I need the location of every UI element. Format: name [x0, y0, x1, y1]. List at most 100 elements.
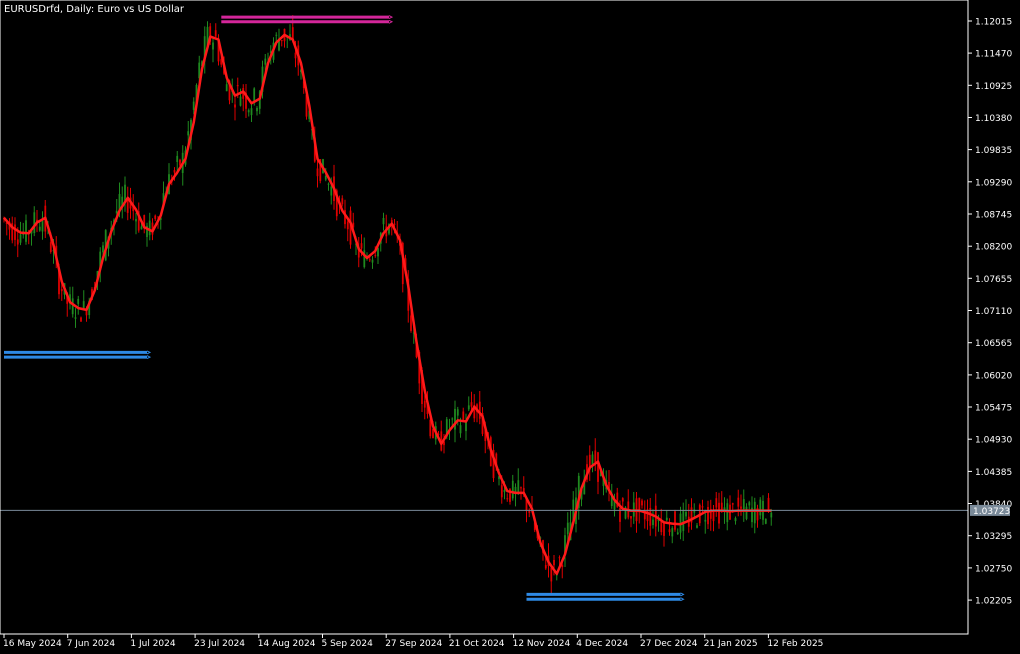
candle-body — [745, 506, 748, 519]
candle-body — [49, 242, 52, 252]
candle-body — [154, 215, 157, 219]
candle-body — [462, 411, 465, 420]
candle-body — [566, 522, 569, 535]
y-tick-label: 1.02750 — [975, 564, 1012, 574]
candle-body — [591, 454, 594, 465]
candle-body — [671, 528, 674, 537]
candle-body — [316, 168, 319, 177]
candle-body — [674, 511, 676, 530]
y-tick-label: 1.03295 — [975, 532, 1012, 542]
candle-body — [176, 155, 179, 162]
x-tick-label: 21 Oct 2024 — [449, 639, 505, 649]
chart-title: EURUSDrfd, Daily: Euro vs US Dollar — [4, 4, 185, 15]
x-tick-label: 1 Jul 2024 — [130, 639, 175, 649]
candle-body — [676, 532, 679, 535]
candle-body — [451, 418, 454, 420]
candle-body — [374, 255, 377, 257]
candle-body — [38, 226, 41, 231]
candle-body — [102, 245, 104, 253]
candle-body — [528, 510, 531, 513]
candle-body — [124, 184, 126, 201]
candle-body — [236, 85, 239, 87]
candle-body — [214, 30, 217, 37]
candle-body — [126, 199, 129, 213]
y-tick-label: 1.02205 — [975, 597, 1012, 607]
candle-body — [280, 40, 283, 42]
y-tick-label: 1.08200 — [975, 243, 1012, 253]
candle-body — [33, 212, 36, 233]
y-tick-label: 1.10380 — [975, 114, 1012, 124]
candle-body — [239, 96, 242, 106]
candle-body — [682, 510, 685, 531]
y-tick-label: 1.06565 — [975, 339, 1012, 349]
candle-body — [291, 27, 294, 40]
candle-body — [346, 221, 349, 230]
candle-body — [503, 490, 506, 493]
candle-body — [696, 525, 698, 528]
x-tick-label: 5 Sep 2024 — [322, 639, 374, 649]
candle-body — [742, 499, 745, 510]
candle-body — [652, 519, 654, 525]
candle-body — [707, 507, 709, 525]
current-price-label: 1.03723 — [973, 507, 1010, 517]
candle-body — [382, 218, 385, 225]
candle-body — [558, 557, 561, 559]
candle-body — [264, 58, 267, 65]
y-tick-label: 1.11470 — [975, 50, 1012, 60]
candle-body — [393, 223, 396, 225]
candle-body — [718, 502, 720, 524]
candle-body — [341, 198, 344, 205]
candle-body — [456, 409, 459, 416]
candle-body — [247, 110, 250, 113]
candle-body — [544, 565, 547, 569]
candle-body — [764, 518, 767, 524]
candle-body — [740, 506, 742, 509]
candle-body — [759, 499, 762, 516]
y-tick-label: 1.10925 — [975, 82, 1012, 92]
candle-body — [520, 487, 522, 489]
candle-body — [685, 511, 687, 517]
candle-body — [148, 220, 151, 236]
candle-body — [511, 480, 514, 499]
candle-body — [60, 289, 63, 292]
candle-body — [737, 497, 740, 507]
candle-body — [478, 401, 481, 419]
candle-body — [371, 259, 374, 263]
y-tick-label: 1.04385 — [975, 468, 1012, 478]
candle-body — [550, 567, 553, 582]
candle-body — [459, 425, 462, 434]
candle-body — [173, 170, 176, 173]
candle-body — [14, 224, 16, 240]
x-tick-label: 12 Nov 2024 — [513, 639, 571, 649]
candle-body — [294, 52, 297, 59]
candle-body — [665, 517, 668, 521]
candle-body — [327, 183, 330, 185]
candle-body — [253, 88, 256, 101]
y-tick-label: 1.09290 — [975, 178, 1012, 188]
candle-body — [753, 501, 756, 524]
candle-body — [668, 529, 671, 533]
candle-body — [553, 560, 555, 566]
candle-body — [734, 518, 737, 522]
y-tick-label: 1.08745 — [975, 211, 1012, 221]
y-tick-label: 1.07655 — [975, 275, 1012, 285]
candle-body — [71, 298, 74, 315]
candle-body — [641, 500, 643, 506]
y-tick-label: 1.12015 — [975, 18, 1012, 28]
y-tick-label: 1.04930 — [975, 436, 1012, 446]
x-tick-label: 23 Jul 2024 — [194, 639, 245, 649]
candle-body — [324, 175, 327, 180]
candle-body — [368, 259, 371, 261]
candle-body — [720, 502, 723, 510]
candle-body — [517, 480, 520, 494]
y-tick-label: 1.05475 — [975, 404, 1012, 414]
price-chart[interactable]: 1.12015 1.11470 1.10925 1.10380 1.09835 1.092… — [0, 0, 1020, 654]
candle-body — [250, 108, 253, 116]
candle-body — [712, 511, 715, 522]
candle-body — [25, 220, 27, 242]
current-price-marker: 1.03723 — [970, 504, 1010, 517]
candle-body — [704, 519, 707, 522]
candle-body — [423, 400, 426, 408]
candle-body — [187, 131, 190, 136]
y-tick-label: 1.06020 — [975, 371, 1012, 381]
